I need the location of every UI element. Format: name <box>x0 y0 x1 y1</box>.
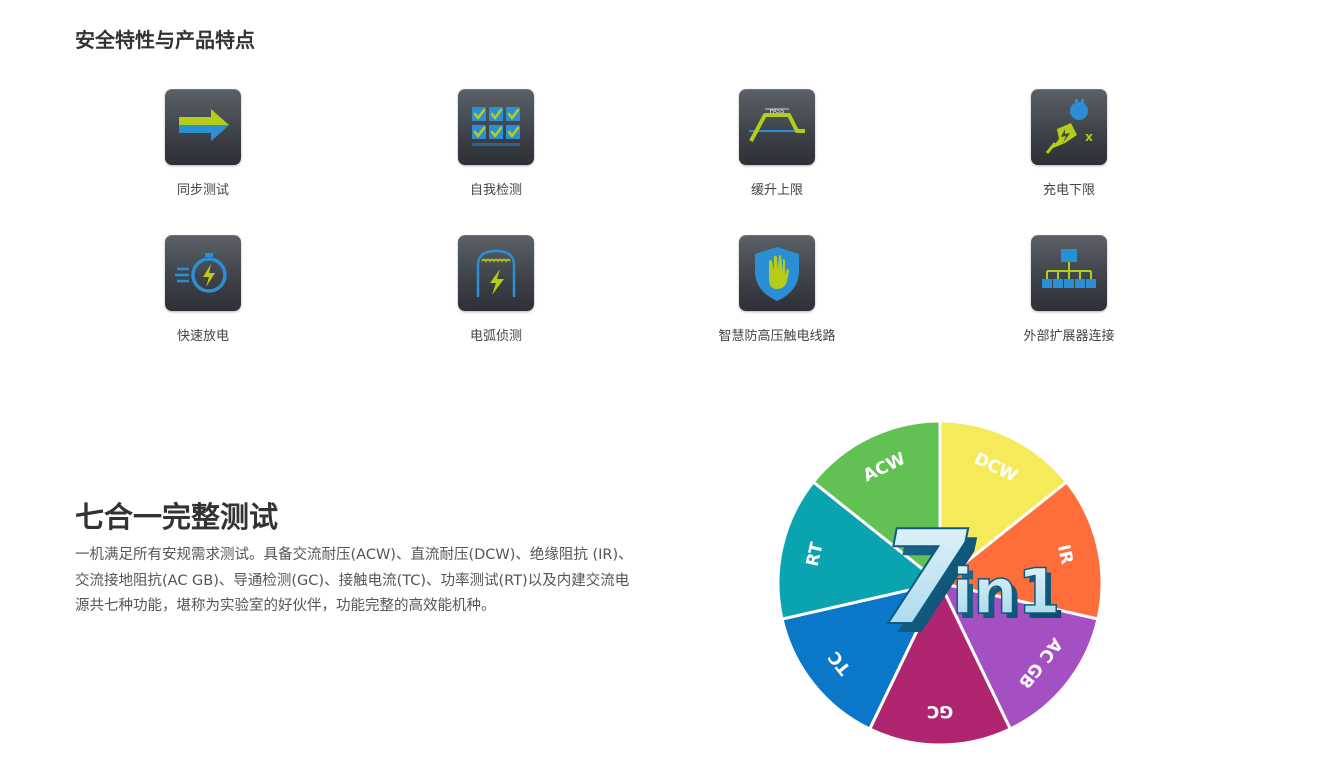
feature-label: 快速放电 <box>176 329 229 344</box>
feature-self-test[interactable]: 自我检测 <box>396 89 596 198</box>
seven-in-one-wheel: DCWIRAC GBGCTCRTACW 7 7 in1 in1 <box>776 419 1104 747</box>
wheel-label-gc: GC <box>927 701 953 721</box>
feature-label: 外部扩展器连接 <box>1023 329 1115 344</box>
feature-label: 自我检测 <box>469 183 522 198</box>
feature-smart-guard[interactable]: 智慧防高压触电线路 <box>677 235 877 344</box>
plug-charge-icon: x <box>1031 89 1107 165</box>
arrow-right-icon <box>165 89 241 165</box>
logo-word: in1 <box>952 555 1061 628</box>
feature-charge-lo[interactable]: x 充电下限 <box>969 89 1169 198</box>
stopwatch-bolt-icon <box>165 235 241 311</box>
feature-label: 同步测试 <box>176 183 229 198</box>
feature-label: 智慧防高压触电线路 <box>718 329 836 344</box>
x-text: x <box>1085 130 1093 144</box>
arc-bolt-icon <box>458 235 534 311</box>
section-title: 安全特性与产品特点 <box>75 28 255 52</box>
feature-arc-detect[interactable]: 电弧侦测 <box>396 235 596 344</box>
seven-in-one-heading: 七合一完整测试 <box>75 500 279 534</box>
ramp-pass-icon: PASS <box>739 89 815 165</box>
network-tree-icon <box>1031 235 1107 311</box>
feature-fast-discharge[interactable]: 快速放电 <box>103 235 303 344</box>
seven-in-one-description: 一机满足所有安规需求测试。具备交流耐压(ACW)、直流耐压(DCW)、绝缘阻抗 … <box>75 547 633 614</box>
feature-external-scanner[interactable]: 外部扩展器连接 <box>969 235 1169 344</box>
pass-text: PASS <box>770 108 785 115</box>
checklist-grid-icon <box>458 89 534 165</box>
feature-label: 缓升上限 <box>750 183 803 198</box>
shield-hand-icon <box>739 235 815 311</box>
feature-label: 电弧侦测 <box>469 329 522 344</box>
feature-sync-test[interactable]: 同步测试 <box>103 89 303 198</box>
feature-label: 充电下限 <box>1042 183 1095 198</box>
feature-ramp-hi[interactable]: PASS 缓升上限 <box>677 89 877 198</box>
